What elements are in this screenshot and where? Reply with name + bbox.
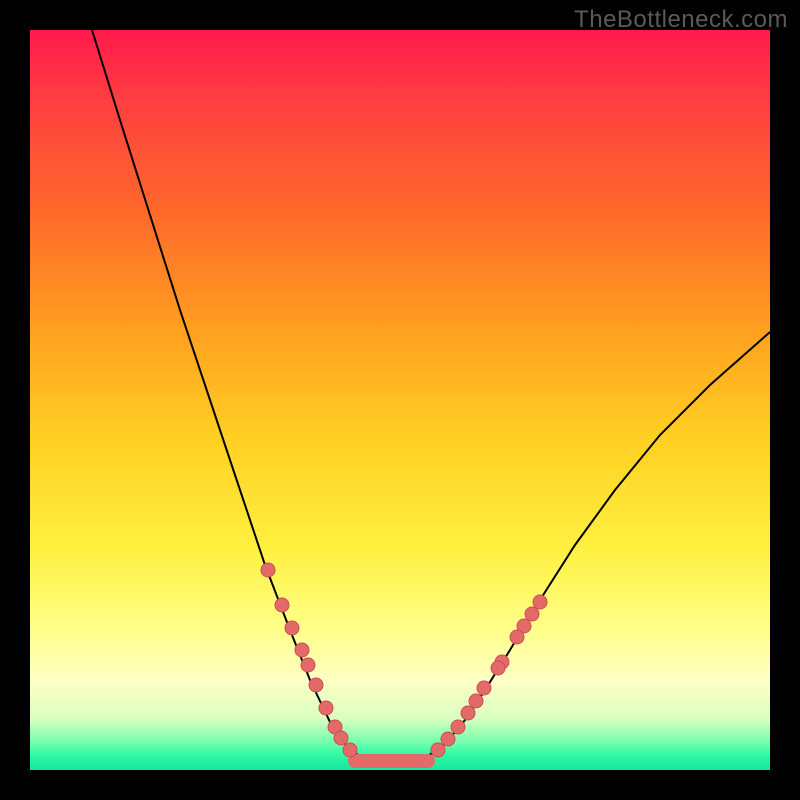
marker-cluster-right <box>431 595 547 757</box>
plot-area <box>30 30 770 770</box>
bottleneck-curve <box>92 30 770 764</box>
data-marker <box>301 658 315 672</box>
data-marker <box>533 595 547 609</box>
data-marker <box>469 694 483 708</box>
data-marker <box>431 743 445 757</box>
data-marker <box>295 643 309 657</box>
curve-svg <box>30 30 770 770</box>
data-marker <box>441 732 455 746</box>
data-marker <box>275 598 289 612</box>
data-marker <box>319 701 333 715</box>
data-marker <box>285 621 299 635</box>
chart-frame: TheBottleneck.com <box>0 0 800 800</box>
data-marker <box>343 743 357 757</box>
data-marker <box>491 661 505 675</box>
data-marker <box>510 630 524 644</box>
data-marker <box>451 720 465 734</box>
data-marker <box>525 607 539 621</box>
data-marker <box>334 731 348 745</box>
watermark-text: TheBottleneck.com <box>574 6 788 34</box>
data-marker <box>477 681 491 695</box>
data-marker <box>461 706 475 720</box>
data-marker <box>309 678 323 692</box>
data-marker <box>261 563 275 577</box>
